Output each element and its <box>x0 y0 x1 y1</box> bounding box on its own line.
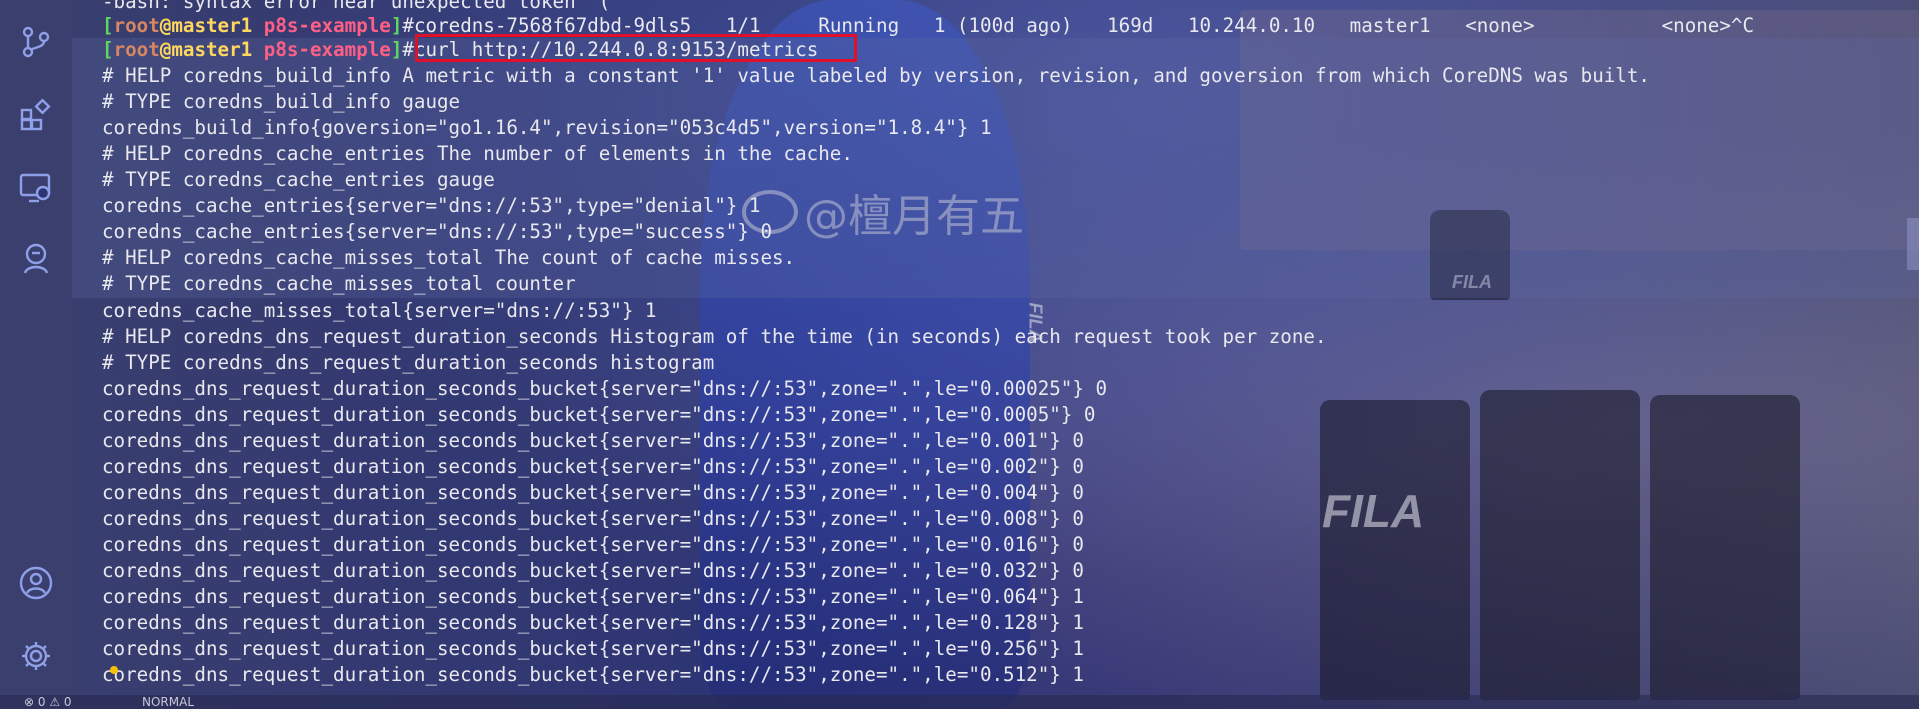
prompt-bracket: ] <box>390 14 403 37</box>
terminal-line: coredns_dns_request_duration_seconds_buc… <box>102 403 1096 426</box>
prompt-at: @ <box>159 38 172 61</box>
status-bar: ⊗ 0 ⚠ 0 NORMAL <box>0 695 1919 709</box>
problems-count[interactable]: ⊗ 0 ⚠ 0 <box>24 695 72 709</box>
terminal-line: # TYPE coredns_cache_entries gauge <box>102 168 495 191</box>
terminal-line: coredns_dns_request_duration_seconds_buc… <box>102 507 1084 530</box>
prompt-dir: p8s-example <box>263 38 391 61</box>
terminal-line: # TYPE coredns_cache_misses_total counte… <box>102 272 576 295</box>
background-garment <box>1320 400 1470 700</box>
settings-gear-icon[interactable] <box>18 638 54 674</box>
terminal-line: coredns_dns_request_duration_seconds_buc… <box>102 533 1084 556</box>
remote-explorer-icon[interactable] <box>18 170 54 206</box>
watermark-text: @檀月有五 <box>804 191 1024 242</box>
terminal-prompt-line: [root@master1 p8s-example]#coredns-7568f… <box>102 13 1754 39</box>
prompt-at: @ <box>159 14 172 37</box>
prompt-bracket: ] <box>390 38 403 61</box>
prompt-hash: # <box>402 14 414 37</box>
watermark: @檀月有五 <box>742 180 1024 244</box>
background-logo: FILA <box>1322 485 1425 537</box>
terminal-line: # HELP coredns_cache_misses_total The co… <box>102 246 796 269</box>
terminal-line: # HELP coredns_dns_request_duration_seco… <box>102 325 1327 348</box>
terminal-scrollbar[interactable] <box>1907 218 1919 270</box>
background-garment <box>1480 390 1640 700</box>
prompt-user: root <box>113 14 160 37</box>
prompt-dir: p8s-example <box>263 14 391 37</box>
extensions-icon[interactable] <box>18 97 54 133</box>
prompt-bracket: [ <box>102 38 114 61</box>
terminal-line: # HELP coredns_build_info A metric with … <box>102 64 1650 87</box>
prompt-host: master1 <box>171 38 253 61</box>
activity-bar <box>0 0 72 709</box>
terminal-line: coredns_dns_request_duration_seconds_buc… <box>102 611 1084 634</box>
terminal-line: coredns_dns_request_duration_seconds_buc… <box>102 481 1084 504</box>
terminal-line: coredns_cache_entries{server="dns://:53"… <box>102 220 773 243</box>
vim-mode: NORMAL <box>142 695 195 709</box>
terminal-line: coredns_dns_request_duration_seconds_buc… <box>102 429 1084 452</box>
terminal-line: coredns_dns_request_duration_seconds_buc… <box>102 663 1084 686</box>
terminal-line: coredns_dns_request_duration_seconds_buc… <box>102 559 1084 582</box>
terminal-line: # TYPE coredns_dns_request_duration_seco… <box>102 351 715 374</box>
account-help-icon[interactable] <box>18 240 54 276</box>
command-highlight-box <box>415 34 857 62</box>
accounts-icon[interactable] <box>18 565 54 601</box>
terminal-line: # TYPE coredns_build_info gauge <box>102 90 461 113</box>
prompt-user: root <box>113 38 160 61</box>
terminal-line: coredns_dns_request_duration_seconds_buc… <box>102 637 1084 660</box>
prompt-bracket: [ <box>102 14 114 37</box>
terminal-line: coredns_dns_request_duration_seconds_buc… <box>102 455 1084 478</box>
terminal-line: coredns_cache_misses_total{server="dns:/… <box>102 299 657 322</box>
prompt-host: master1 <box>171 14 253 37</box>
terminal-line: coredns_build_info{goversion="go1.16.4",… <box>102 116 992 139</box>
terminal-cursor-icon <box>110 666 118 674</box>
terminal-window: FILA FILA FILA @檀月有五 -bash: syntax error… <box>0 0 1919 709</box>
terminal-line: coredns_cache_entries{server="dns://:53"… <box>102 194 761 217</box>
prompt-hash: # <box>402 38 414 61</box>
terminal-line: coredns_dns_request_duration_seconds_buc… <box>102 585 1084 608</box>
background-garment <box>1650 395 1800 700</box>
terminal-line: # HELP coredns_cache_entries The number … <box>102 142 853 165</box>
source-control-icon[interactable] <box>18 24 54 60</box>
terminal-line: coredns_dns_request_duration_seconds_buc… <box>102 377 1108 400</box>
